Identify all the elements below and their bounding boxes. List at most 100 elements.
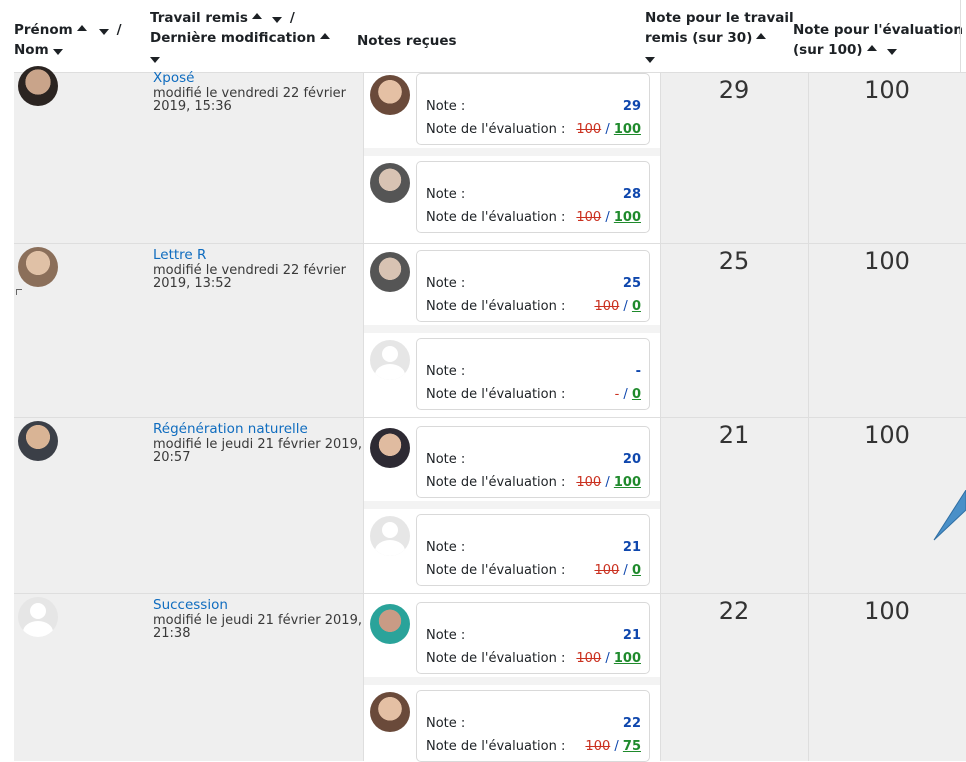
sort-asc-icon[interactable] xyxy=(251,13,262,19)
eval-new-link[interactable]: 0 xyxy=(632,299,641,314)
header-grade-eval: Note pour l'évaluation (sur 100) xyxy=(793,20,963,60)
sort-desc-icon[interactable] xyxy=(52,49,63,55)
eval-old-value: 100 xyxy=(585,739,611,754)
submission-title-link[interactable]: Lettre R xyxy=(153,247,206,263)
sort-first-name-link[interactable]: Prénom xyxy=(14,22,73,38)
table-row: Lettre Rmodifié le vendredi 22 février 2… xyxy=(14,243,966,417)
reviewer-avatar[interactable] xyxy=(370,692,410,732)
note-value: 25 xyxy=(622,276,641,291)
sort-grade-eval-link[interactable]: Note pour l'évaluation xyxy=(793,22,963,38)
eval-separator: / xyxy=(601,210,614,225)
submission-modified-text: modifié le jeudi 21 février 2019, 21:38 xyxy=(153,613,362,641)
note-value: - xyxy=(635,364,641,379)
eval-label: Note de l'évaluation : xyxy=(426,299,566,314)
sort-asc-icon[interactable] xyxy=(756,33,767,39)
sort-last-modified-link[interactable]: Dernière modification xyxy=(150,30,316,46)
eval-value: 100 / 100 xyxy=(576,475,641,490)
eval-new-link[interactable]: 100 xyxy=(614,210,641,225)
submission-modified-text: modifié le jeudi 21 février 2019, 20:57 xyxy=(153,437,362,465)
note-label: Note : xyxy=(426,187,466,202)
student-avatar[interactable] xyxy=(18,247,58,287)
grade-card: Note : Note de l'évaluation :25 100 / 0 xyxy=(416,250,650,322)
column-divider xyxy=(363,593,364,761)
header-divider xyxy=(960,0,961,72)
review-separator xyxy=(363,677,660,685)
reviewer-avatar[interactable] xyxy=(370,516,410,556)
eval-new-link[interactable]: 100 xyxy=(614,651,641,666)
sort-desc-icon[interactable] xyxy=(98,29,109,35)
eval-new-link[interactable]: 100 xyxy=(614,475,641,490)
eval-new-link[interactable]: 0 xyxy=(632,387,641,402)
eval-label: Note de l'évaluation : xyxy=(426,387,566,402)
header-grade-eval-line2[interactable]: (sur 100) xyxy=(793,42,863,58)
eval-label: Note de l'évaluation : xyxy=(426,651,566,666)
sort-desc-icon[interactable] xyxy=(645,57,655,63)
note-label: Note : xyxy=(426,628,466,643)
eval-value: 100 / 75 xyxy=(585,739,641,754)
grade-eval-value: 100 xyxy=(864,597,910,625)
reviewer-avatar[interactable] xyxy=(370,75,410,115)
table-row: Succession modifié le jeudi 21 février 20… xyxy=(14,593,966,762)
reviewer-avatar[interactable] xyxy=(370,428,410,468)
note-label: Note : xyxy=(426,540,466,555)
header-slash: / xyxy=(289,10,295,26)
sort-grade-work-link[interactable]: Note pour le travail xyxy=(645,10,794,26)
grade-work-value: 22 xyxy=(718,597,750,625)
grade-eval-value: 100 xyxy=(864,76,910,104)
submission-title-link[interactable]: Succession xyxy=(153,597,228,613)
note-value: 29 xyxy=(622,99,641,114)
student-avatar[interactable] xyxy=(18,421,58,461)
sort-asc-icon[interactable] xyxy=(319,33,330,39)
review-separator xyxy=(363,325,660,333)
note-label: Note : xyxy=(426,364,466,379)
reviewer-avatar[interactable] xyxy=(370,340,410,380)
reviewer-avatar[interactable] xyxy=(370,163,410,203)
grade-card: Note : Note de l'évaluation : 21 100 / 100 xyxy=(416,602,650,674)
note-value: 20 xyxy=(622,452,641,467)
table-row: Régénération naturelle modifié le jeudi 2… xyxy=(14,417,966,593)
student-avatar[interactable] xyxy=(18,66,58,106)
submission-title-link[interactable]: Xposé xyxy=(153,70,194,86)
sort-asc-icon[interactable] xyxy=(866,45,877,51)
grade-card: Note : Note de l'évaluation : 29 100 / 100 xyxy=(416,73,650,145)
sort-desc-icon[interactable] xyxy=(150,57,160,63)
grade-card: Note : Note de l'évaluation : 20 100 / 100 xyxy=(416,426,650,498)
note-value: 28 xyxy=(622,187,641,202)
row-select-marker[interactable] xyxy=(16,289,22,295)
eval-old-value: 100 xyxy=(576,122,602,137)
grade-work-value: 25 xyxy=(718,247,750,275)
header-grade-work-line2[interactable]: remis (sur 30) xyxy=(645,30,752,46)
eval-old-value: 100 xyxy=(594,563,620,578)
eval-label: Note de l'évaluation : xyxy=(426,563,566,578)
note-label: Note : xyxy=(426,276,466,291)
eval-separator: / xyxy=(601,651,614,666)
header-slash: / xyxy=(116,22,122,38)
submission-title-link[interactable]: Régénération naturelle xyxy=(153,421,308,437)
sort-asc-icon[interactable] xyxy=(76,25,87,31)
eval-old-value: 100 xyxy=(576,210,602,225)
sort-desc-icon[interactable] xyxy=(886,49,897,55)
grade-work-value: 21 xyxy=(718,421,750,449)
eval-separator: / xyxy=(619,563,632,578)
row-divider xyxy=(14,593,966,594)
callout-pointer-icon xyxy=(933,490,966,541)
eval-new-link[interactable]: 0 xyxy=(632,563,641,578)
sort-desc-icon[interactable] xyxy=(271,17,282,23)
reviewer-avatar[interactable] xyxy=(370,604,410,644)
eval-old-value: 100 xyxy=(594,299,620,314)
note-value: 21 xyxy=(622,628,641,643)
row-divider xyxy=(14,243,966,244)
header-submission: Travail remis / Dernière modification xyxy=(150,8,334,68)
eval-label: Note de l'évaluation : xyxy=(426,475,566,490)
sort-work-submitted-link[interactable]: Travail remis xyxy=(150,10,248,26)
sort-last-name-link[interactable]: Nom xyxy=(14,42,49,58)
eval-new-link[interactable]: 100 xyxy=(614,122,641,137)
eval-value: 100 / 0 xyxy=(594,563,641,578)
student-avatar[interactable] xyxy=(18,597,58,637)
reviewer-avatar[interactable] xyxy=(370,252,410,292)
eval-new-link[interactable]: 75 xyxy=(623,739,641,754)
grade-card: Note : Note de l'évaluation : 28 100 / 100 xyxy=(416,161,650,233)
eval-separator: / xyxy=(619,387,632,402)
note-value: 21 xyxy=(622,540,641,555)
column-divider xyxy=(363,72,364,243)
